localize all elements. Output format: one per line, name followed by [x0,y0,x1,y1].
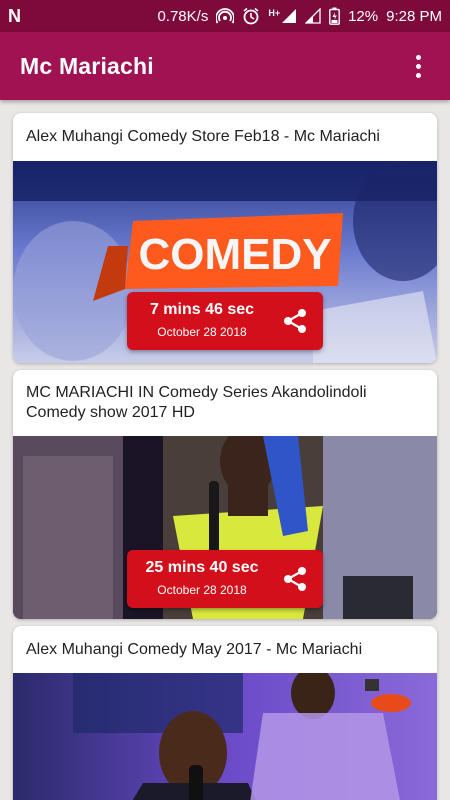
video-info-badge: 7 mins 46 sec October 28 2018 [127,292,323,350]
video-date: October 28 2018 [157,325,247,339]
video-thumbnail[interactable] [13,673,437,800]
video-duration: 7 mins 46 sec [149,301,255,318]
thumbnail-image [13,673,437,800]
thumbnail-text: COMEDY [138,230,331,279]
battery-percent: 12% [348,7,379,25]
more-vert-icon[interactable] [406,46,430,86]
net-speed: 0.78K/s [157,7,209,25]
video-date: October 28 2018 [157,583,247,597]
status-bar: N 0.78K/s H+ 12% 9:28 PM [0,0,450,32]
share-icon[interactable] [281,565,309,593]
share-icon[interactable] [281,307,309,335]
signal-icon-2 [305,8,321,24]
video-thumbnail[interactable]: COMEDY 7 mins 46 sec October 28 2018 [13,161,437,363]
video-card[interactable]: MC MARIACHI IN Comedy Series Akandolindo… [13,370,437,619]
clock-time: 9:28 PM [386,7,442,25]
video-card[interactable]: Alex Muhangi Comedy Store Feb18 - Mc Mar… [13,113,437,363]
video-title: MC MARIACHI IN Comedy Series Akandolindo… [26,384,367,421]
video-info-badge: 25 mins 40 sec October 28 2018 [127,550,323,608]
app-title: Mc Mariachi [20,52,154,79]
video-card[interactable]: Alex Muhangi Comedy May 2017 - Mc Mariac… [13,626,437,800]
video-title: Alex Muhangi Comedy May 2017 - Mc Mariac… [26,640,363,658]
alarm-icon [242,7,260,25]
video-list[interactable]: Alex Muhangi Comedy Store Feb18 - Mc Mar… [0,100,450,800]
app-bar: Mc Mariachi [0,32,450,100]
video-thumbnail[interactable]: 25 mins 40 sec October 28 2018 [13,436,437,619]
hotspot-icon [216,7,235,25]
battery-icon [329,7,340,25]
video-title: Alex Muhangi Comedy Store Feb18 - Mc Mar… [26,128,380,145]
video-duration: 25 mins 40 sec [145,559,259,576]
signal-icon: H+ [268,8,297,24]
n-icon: N [8,5,21,26]
network-type: H+ [268,8,281,18]
